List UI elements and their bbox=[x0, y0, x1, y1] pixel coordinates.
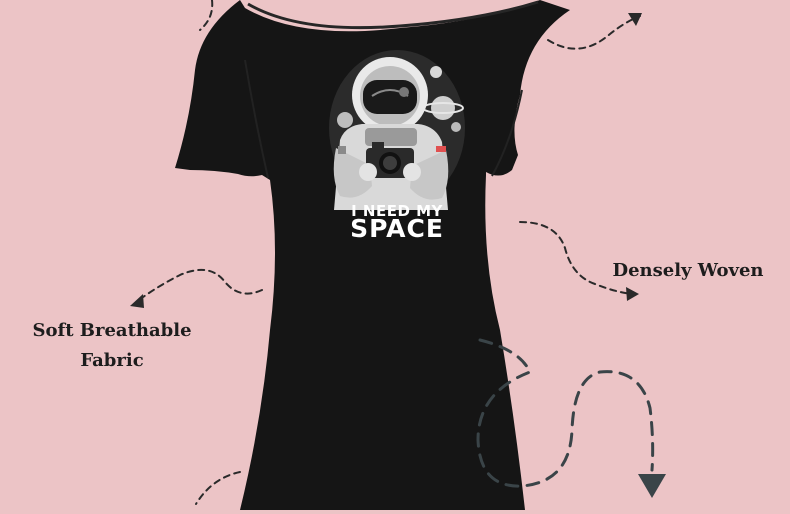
product-image: I NEED MY SPACE Soft Breathable Fabric D… bbox=[0, 0, 790, 510]
feature-label-line: Fabric bbox=[80, 350, 144, 371]
print-text-line2: SPACE bbox=[350, 214, 444, 243]
product-illustration bbox=[130, 0, 666, 510]
dashed-arrow-icon bbox=[195, 471, 241, 505]
dashed-arrow-icon bbox=[547, 15, 641, 50]
feature-label-line: Soft Breathable bbox=[32, 320, 192, 341]
dashed-arrow-icon bbox=[199, 0, 214, 31]
feature-label-densely-woven: Densely Woven bbox=[612, 260, 764, 281]
feature-label-soft-fabric: Soft Breathable Fabric bbox=[22, 316, 202, 376]
dashed-arrow-icon bbox=[135, 268, 263, 303]
